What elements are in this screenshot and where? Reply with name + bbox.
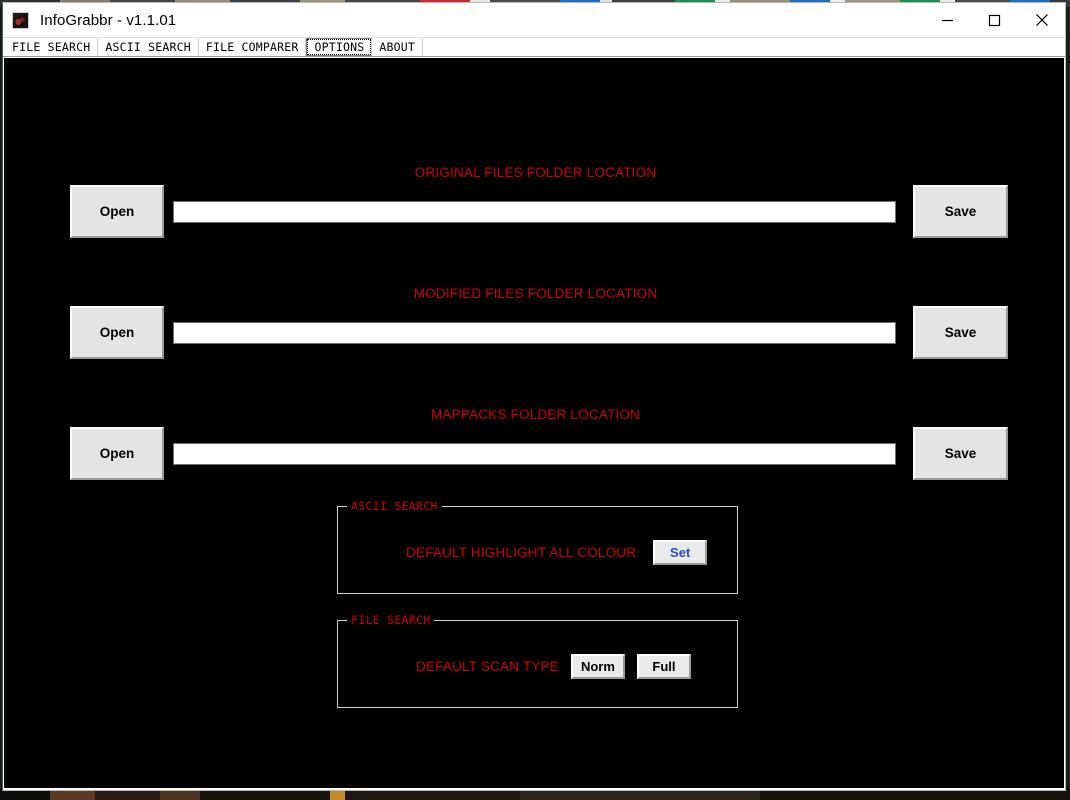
original-files-label: ORIGINAL FILES FOLDER LOCATION <box>414 165 657 180</box>
file-search-group-title: FILE SEARCH <box>347 613 435 627</box>
original-files-path-input[interactable] <box>173 201 896 223</box>
tab-about[interactable]: ABOUT <box>372 38 423 56</box>
modified-files-label: MODIFIED FILES FOLDER LOCATION <box>413 286 658 301</box>
default-highlight-colour-label: DEFAULT HIGHLIGHT ALL COLOUR <box>406 545 637 560</box>
title-bar: InfoGrabbr - v1.1.01 <box>3 3 1065 37</box>
file-search-group: FILE SEARCH DEFAULT SCAN TYPE Norm Full <box>337 613 738 708</box>
maximize-icon <box>988 14 1001 26</box>
original-files-save-button[interactable]: Save <box>913 185 1008 238</box>
scan-type-full-button[interactable]: Full <box>636 654 691 679</box>
modified-files-save-button[interactable]: Save <box>913 306 1008 359</box>
modified-files-open-button[interactable]: Open <box>70 306 164 359</box>
original-files-open-button[interactable]: Open <box>70 185 164 238</box>
tab-ascii-search[interactable]: ASCII SEARCH <box>98 38 199 56</box>
default-highlight-colour-row: DEFAULT HIGHLIGHT ALL COLOUR Set <box>406 540 708 565</box>
ascii-search-group: ASCII SEARCH DEFAULT HIGHLIGHT ALL COLOU… <box>337 499 738 594</box>
options-panel: ORIGINAL FILES FOLDER LOCATION Open Save… <box>4 58 1064 788</box>
close-icon <box>1035 14 1048 26</box>
set-highlight-colour-button[interactable]: Set <box>653 540 708 565</box>
mappacks-label: MAPPACKS FOLDER LOCATION <box>430 407 641 422</box>
app-icon <box>12 11 29 29</box>
mappacks-save-button[interactable]: Save <box>913 427 1008 480</box>
tab-file-comparer[interactable]: FILE COMPARER <box>198 38 307 56</box>
tab-options[interactable]: OPTIONS <box>306 38 373 56</box>
default-scan-type-label: DEFAULT SCAN TYPE <box>416 659 559 674</box>
scan-type-norm-button[interactable]: Norm <box>570 654 625 679</box>
maximize-button[interactable] <box>971 3 1018 37</box>
menu-bar: FILE SEARCH ASCII SEARCH FILE COMPARER O… <box>3 37 1065 57</box>
window-controls <box>924 3 1065 37</box>
minimize-button[interactable] <box>924 3 971 37</box>
original-files-row: ORIGINAL FILES FOLDER LOCATION Open Save <box>7 165 1064 243</box>
modified-files-row: MODIFIED FILES FOLDER LOCATION Open Save <box>7 286 1064 364</box>
mappacks-open-button[interactable]: Open <box>70 427 164 480</box>
default-scan-type-row: DEFAULT SCAN TYPE Norm Full <box>416 654 691 679</box>
ascii-search-group-title: ASCII SEARCH <box>347 499 442 513</box>
close-button[interactable] <box>1018 3 1065 37</box>
minimize-icon <box>942 19 953 21</box>
modified-files-path-input[interactable] <box>173 322 896 344</box>
mappacks-path-input[interactable] <box>173 443 896 465</box>
application-window: InfoGrabbr - v1.1.01 FILE SEARCH ASCII S… <box>2 2 1066 791</box>
mappacks-row: MAPPACKS FOLDER LOCATION Open Save <box>7 407 1064 485</box>
tab-file-search[interactable]: FILE SEARCH <box>5 38 99 56</box>
window-title: InfoGrabbr - v1.1.01 <box>40 11 177 29</box>
